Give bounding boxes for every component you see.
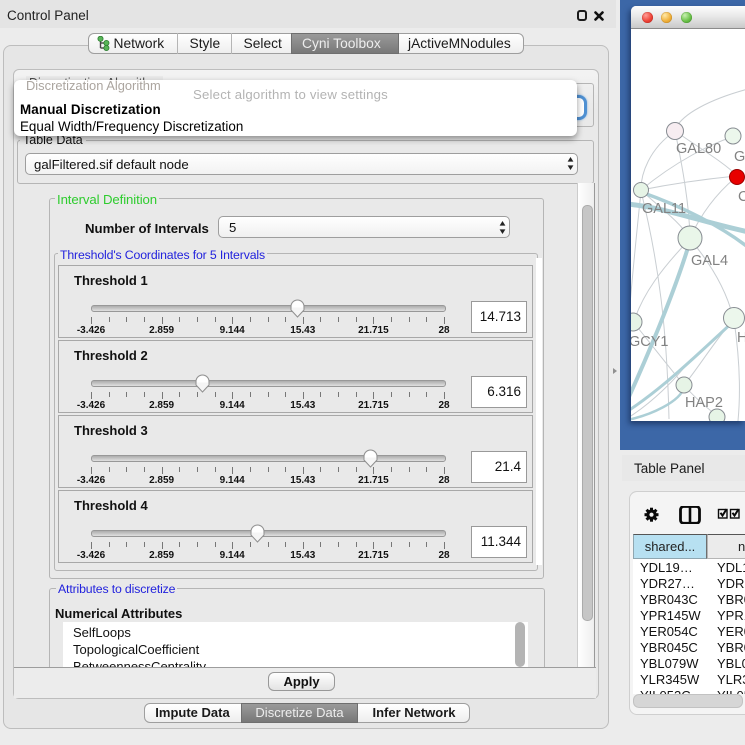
svg-text:GAL4: GAL4 — [691, 253, 728, 269]
svg-text:H: H — [737, 330, 745, 346]
svg-text:C: C — [738, 189, 745, 205]
svg-text:GAL80: GAL80 — [676, 141, 721, 157]
svg-text:G.: G. — [734, 149, 745, 165]
svg-text:HAP2: HAP2 — [685, 395, 723, 411]
svg-text:GCY1: GCY1 — [631, 334, 669, 350]
svg-text:GAL11: GAL11 — [642, 201, 686, 217]
